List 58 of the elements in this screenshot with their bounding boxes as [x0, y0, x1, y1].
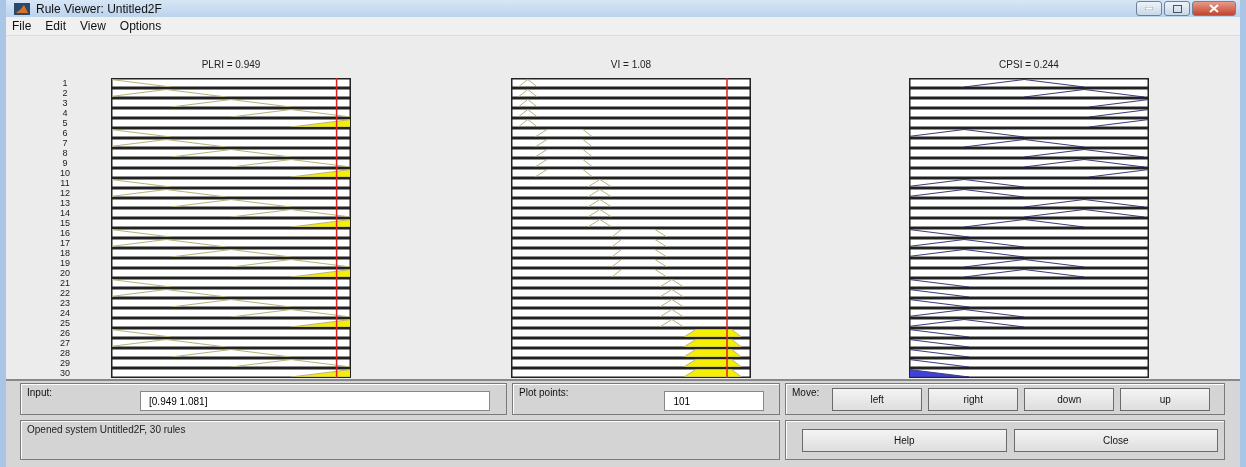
menu-item[interactable]: File — [12, 19, 32, 33]
move-button[interactable]: left — [832, 387, 923, 411]
rule-number: 25 — [59, 318, 71, 328]
rule-number: 29 — [59, 358, 71, 368]
rule-number: 9 — [61, 158, 69, 168]
rule-number: 21 — [59, 278, 71, 288]
rule-number: 13 — [59, 198, 71, 208]
rule-number: 4 — [61, 108, 69, 118]
input-value-line[interactable] — [335, 78, 338, 378]
menu-item[interactable]: Edit — [45, 19, 67, 33]
plot-points-field[interactable]: 101 — [664, 391, 765, 411]
rule-number: 1 — [61, 78, 69, 88]
rule-number: 2 — [61, 88, 69, 98]
rule-number: 23 — [59, 298, 71, 308]
move-button[interactable]: right — [928, 387, 1019, 411]
menu-item[interactable]: Options — [119, 19, 162, 33]
rule-number: 20 — [59, 268, 71, 278]
rule-number: 11 — [59, 178, 71, 188]
rule-number: 19 — [59, 258, 71, 268]
input-value-line[interactable] — [726, 78, 728, 378]
minimize-button[interactable] — [1136, 1, 1162, 16]
plot-title: VI = 1.08 — [610, 58, 652, 71]
rule-number: 27 — [59, 338, 71, 348]
rule-number: 12 — [59, 188, 71, 198]
close-icon — [1209, 4, 1219, 13]
rule-number: 10 — [59, 168, 71, 178]
rule-number: 8 — [61, 148, 69, 158]
move-label: Move: — [792, 387, 820, 398]
rule-number: 17 — [59, 238, 71, 248]
rule-number: 26 — [59, 328, 71, 338]
rule-number: 28 — [59, 348, 71, 358]
window-title: Rule Viewer: Untitled2F — [36, 1, 162, 16]
rule-number: 15 — [59, 218, 71, 228]
plot-title: CPSI = 0.244 — [999, 58, 1059, 71]
menu-item[interactable]: View — [80, 19, 106, 33]
rule-number: 16 — [59, 228, 71, 238]
close-window-button[interactable] — [1192, 1, 1236, 16]
rule-number: 14 — [59, 208, 71, 218]
rule-number: 30 — [59, 368, 71, 378]
rule-number: 18 — [59, 248, 71, 258]
rule-number: 5 — [61, 118, 69, 128]
move-button[interactable]: down — [1024, 387, 1115, 411]
input-label: Input: — [27, 387, 53, 398]
help-button[interactable]: Help — [802, 428, 1007, 452]
rule-number: 3 — [61, 98, 69, 108]
close-button[interactable]: Close — [1013, 428, 1218, 452]
plot-title: PLRI = 0.949 — [201, 58, 261, 71]
rule-number: 6 — [61, 128, 69, 138]
move-button[interactable]: up — [1120, 387, 1211, 411]
rule-number: 22 — [59, 288, 71, 298]
rule-number: 24 — [59, 308, 71, 318]
app-logo-icon — [14, 2, 30, 15]
rule-number: 7 — [61, 138, 69, 148]
plot-points-label: Plot points: — [519, 387, 569, 398]
input-field[interactable]: [0.949 1.081] — [140, 391, 491, 411]
status-message: Opened system Untitled2F, 30 rules — [27, 424, 186, 435]
maximize-icon — [1172, 4, 1182, 13]
maximize-button[interactable] — [1164, 1, 1190, 16]
